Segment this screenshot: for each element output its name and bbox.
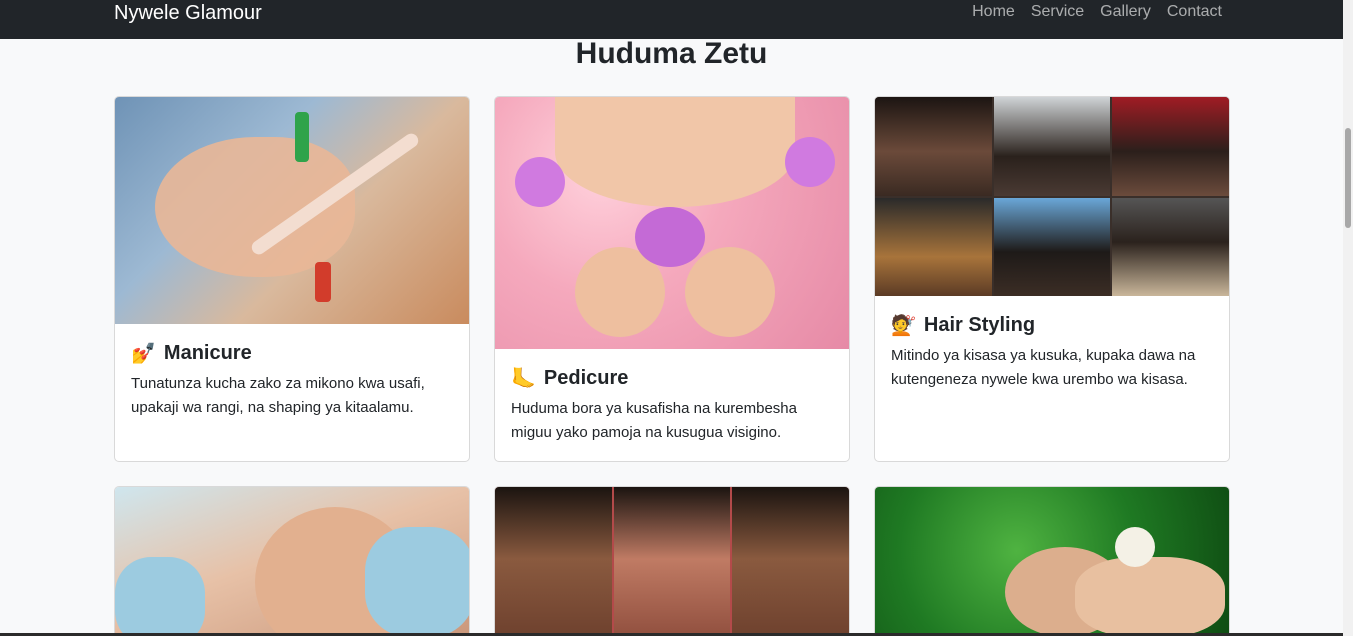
massage-image	[875, 487, 1229, 636]
service-card-massage	[874, 486, 1230, 636]
manicure-image	[115, 97, 469, 324]
card-title-text: Manicure	[163, 342, 252, 364]
card-title-pedicure: 🦶 Pedicure	[511, 365, 833, 391]
service-card-makeup	[494, 486, 850, 636]
hair-photo-tile	[1112, 197, 1229, 296]
card-title-text: Pedicure	[543, 367, 629, 389]
section-title: Huduma Zetu	[575, 37, 768, 70]
service-card-facial	[114, 486, 470, 636]
card-text-hair-styling: Mitindo ya kisasa ya kusuka, kupaka dawa…	[891, 347, 1196, 388]
nail-polish-icon: 💅	[131, 341, 156, 365]
makeup-photo-tile	[732, 487, 849, 636]
makeup-photo-tile	[613, 487, 731, 636]
hair-photo-tile	[993, 197, 1111, 296]
card-title-text: Hair Styling	[923, 314, 1036, 336]
hair-photo-tile	[875, 197, 992, 296]
makeup-image	[495, 487, 849, 636]
hair-photo-tile	[875, 97, 992, 196]
haircut-icon: 💇	[891, 313, 916, 337]
nav-link-service[interactable]: Service	[1031, 2, 1084, 22]
hair-photo-tile	[993, 97, 1111, 196]
pedicure-image	[495, 97, 849, 349]
facial-image	[115, 487, 469, 636]
service-card-hair-styling: 💇 Hair Styling Mitindo ya kisasa ya kusu…	[874, 96, 1230, 462]
scrollbar-thumb[interactable]	[1345, 128, 1351, 228]
hair-styling-image	[875, 97, 1229, 296]
service-card-pedicure: 🦶 Pedicure Huduma bora ya kusafisha na k…	[494, 96, 850, 462]
card-title-hair-styling: 💇 Hair Styling	[891, 312, 1213, 338]
nav-link-contact[interactable]: Contact	[1167, 2, 1222, 22]
card-title-manicure: 💅 Manicure	[131, 340, 453, 366]
page-scrollbar[interactable]	[1343, 0, 1353, 636]
nav-links: Home Service Gallery Contact	[972, 2, 1222, 22]
nav-link-home[interactable]: Home	[972, 2, 1015, 22]
makeup-photo-tile	[495, 487, 612, 636]
nav-link-gallery[interactable]: Gallery	[1100, 2, 1151, 22]
foot-icon: 🦶	[511, 366, 536, 390]
card-text-manicure: Tunatunza kucha zako za mikono kwa usafi…	[131, 375, 425, 416]
hair-photo-tile	[1112, 97, 1229, 196]
card-text-pedicure: Huduma bora ya kusafisha na kurembesha m…	[511, 400, 797, 441]
brand-logo-text[interactable]: Nywele Glamour	[114, 1, 262, 25]
navbar: Nywele Glamour Home Service Gallery Cont…	[0, 0, 1343, 39]
service-card-manicure: 💅 Manicure Tunatunza kucha zako za mikon…	[114, 96, 470, 462]
